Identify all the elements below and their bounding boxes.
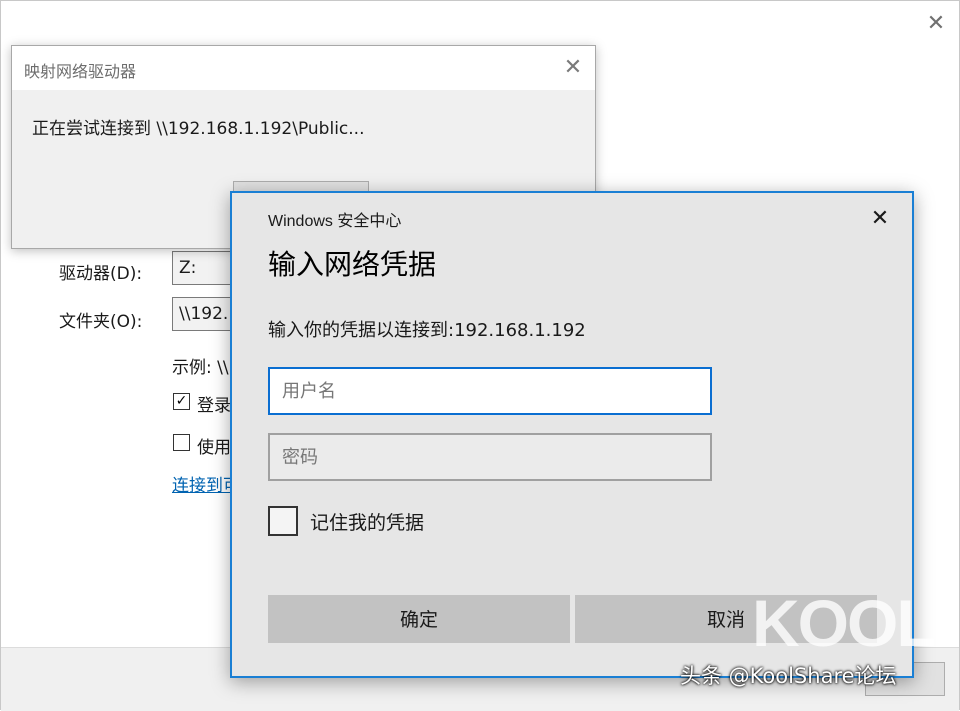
security-dialog-header: Windows 安全中心	[268, 213, 402, 230]
close-icon[interactable]: ✕	[921, 9, 951, 39]
remember-credentials-option[interactable]: 记住我的凭据	[268, 506, 424, 536]
watermark-caption: 头条 @KoolShare论坛	[680, 664, 897, 688]
ok-button[interactable]: 确定	[268, 595, 570, 643]
koolshare-watermark-logo: KOOL	[752, 586, 937, 660]
other-credentials-label: 使用	[197, 438, 231, 458]
close-icon[interactable]: ✕	[558, 53, 588, 83]
folder-label: 文件夹(O):	[59, 312, 143, 332]
other-credentials-checkbox[interactable]	[173, 434, 190, 451]
credentials-subtitle: 输入你的凭据以连接到:192.168.1.192	[268, 320, 586, 341]
reconnect-label: 登录	[197, 396, 231, 416]
close-icon[interactable]: ✕	[864, 203, 896, 235]
connecting-message: 正在尝试连接到 \\192.168.1.192\Public...	[32, 119, 365, 139]
connect-website-link[interactable]: 连接到可	[172, 471, 232, 496]
password-input[interactable]	[268, 433, 712, 481]
page-title: 输入网络凭据	[268, 248, 437, 281]
connecting-dialog-title: 映射网络驱动器	[24, 62, 137, 81]
reconnect-checkbox[interactable]: ✓	[173, 393, 190, 410]
username-input[interactable]	[268, 367, 712, 415]
connecting-dialog-titlebar: 映射网络驱动器 ✕	[12, 46, 595, 90]
remember-credentials-checkbox[interactable]	[268, 506, 298, 536]
example-text: 示例: \\	[172, 358, 229, 378]
drive-label: 驱动器(D):	[59, 264, 143, 284]
remember-credentials-label: 记住我的凭据	[310, 511, 425, 534]
